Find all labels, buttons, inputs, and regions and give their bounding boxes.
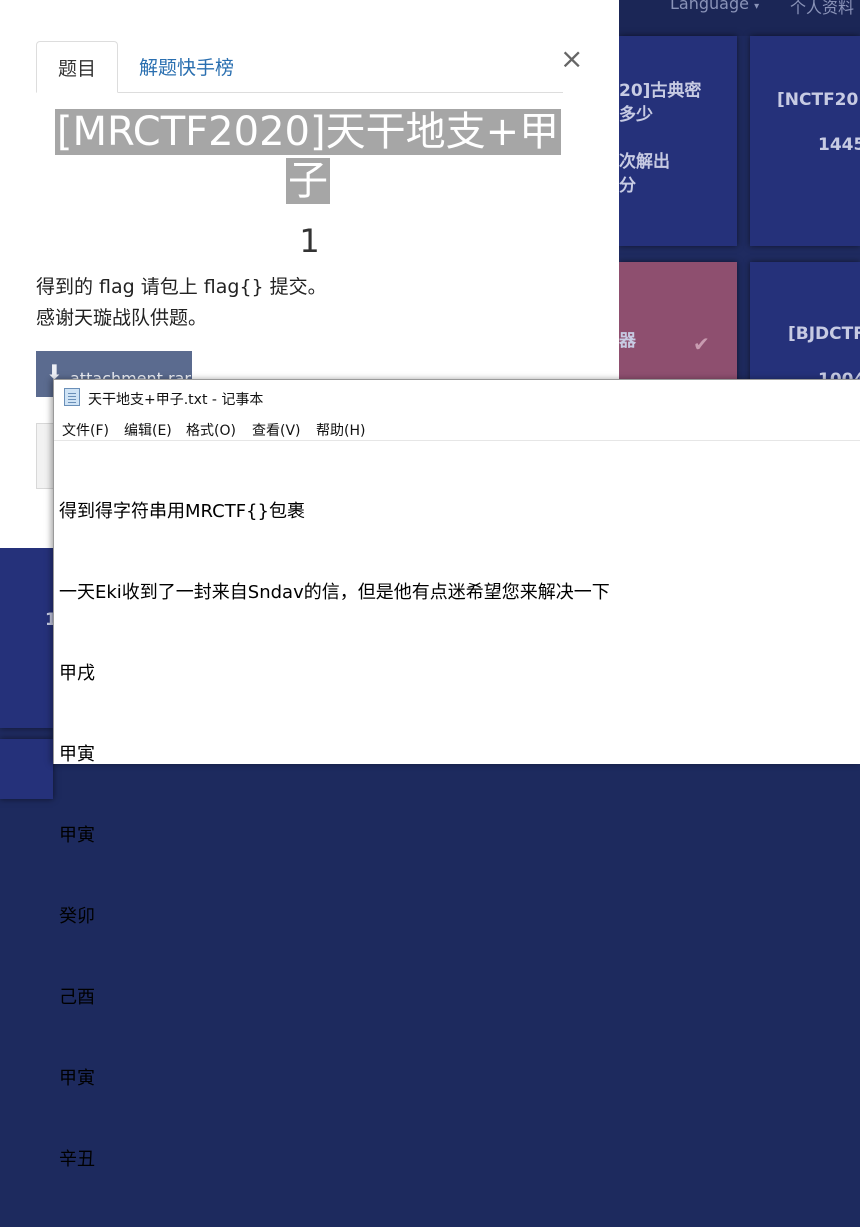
challenge-card[interactable]: 1 — [0, 548, 53, 728]
profile-link[interactable]: 个人资料 — [790, 0, 854, 18]
text-line: 甲寅 — [59, 744, 95, 765]
notepad-title: 天干地支+甲子.txt - 记事本 — [88, 392, 264, 408]
tab-challenge[interactable]: 题目 — [36, 41, 118, 93]
menu-edit[interactable]: 编辑(E) — [124, 420, 172, 440]
notepad-titlebar[interactable]: 天干地支+甲子.txt - 记事本 — [54, 380, 860, 416]
challenge-card-title: 多少 — [619, 105, 653, 125]
challenge-description: 得到的 flag 请包上 flag{} 提交。 感谢天璇战队供题。 — [36, 272, 327, 334]
challenge-title: [MRCTF2020]天干地支+甲 子 — [30, 108, 586, 206]
close-button[interactable]: × — [560, 42, 583, 75]
caret-down-icon: ▾ — [750, 1, 760, 12]
challenge-title-line2: 子 — [286, 158, 330, 204]
text-line: 得到得字符串用MRCTF{}包裹 — [59, 501, 305, 522]
notepad-text-area[interactable]: 得到得字符串用MRCTF{}包裹 一天Eki收到了一封来自Sndav的信，但是他… — [59, 444, 610, 1227]
challenge-card-points: 分 — [619, 176, 636, 196]
challenge-card-title: [BJDCTF — [788, 324, 860, 344]
text-line: 甲戌 — [59, 663, 95, 684]
tab-solves[interactable]: 解题快手榜 — [118, 41, 255, 92]
notepad-icon — [64, 388, 80, 406]
challenge-card-solves: 1445 — [818, 135, 860, 155]
modal-tabs: 题目 解题快手榜 — [36, 41, 563, 93]
text-line: 一天Eki收到了一封来自Sndav的信，但是他有点迷希望您来解决一下 — [59, 582, 610, 603]
menu-format[interactable]: 格式(O) — [186, 420, 236, 440]
challenge-points: 1 — [299, 222, 320, 260]
language-dropdown[interactable]: Language ▾ — [670, 0, 759, 13]
text-line: 辛丑 — [59, 1149, 95, 1170]
challenge-card[interactable]: 20]古典密 多少 次解出 分 — [619, 36, 737, 246]
challenge-card-title: [NCTF201 — [777, 90, 860, 110]
text-line: 甲寅 — [59, 1068, 95, 1089]
menu-view[interactable]: 查看(V) — [252, 420, 301, 440]
challenge-card-title: 器 — [619, 331, 636, 351]
text-line: 癸卯 — [59, 906, 95, 927]
challenge-title-line1: [MRCTF2020]天干地支+甲 — [54, 109, 562, 155]
check-icon: ✔ — [693, 332, 710, 356]
description-line: 感谢天璇战队供题。 — [36, 307, 208, 329]
notepad-window: 天干地支+甲子.txt - 记事本 文件(F) 编辑(E) 格式(O) 查看(V… — [53, 379, 860, 1170]
challenge-card-solves: 1 — [45, 610, 53, 630]
challenge-card[interactable]: [NCTF201 1445 — [750, 36, 860, 246]
challenge-card-solves: 次解出 — [619, 152, 670, 172]
description-line: 得到的 flag 请包上 flag{} 提交。 — [36, 276, 327, 298]
challenge-card-title: 20]古典密 — [619, 81, 702, 101]
menu-help[interactable]: 帮助(H) — [316, 420, 365, 440]
challenge-card[interactable] — [0, 739, 53, 799]
notepad-menubar: 文件(F) 编辑(E) 格式(O) 查看(V) 帮助(H) — [54, 416, 860, 441]
text-line: 己酉 — [59, 987, 95, 1008]
text-line: 甲寅 — [59, 825, 95, 846]
menu-file[interactable]: 文件(F) — [62, 420, 109, 440]
